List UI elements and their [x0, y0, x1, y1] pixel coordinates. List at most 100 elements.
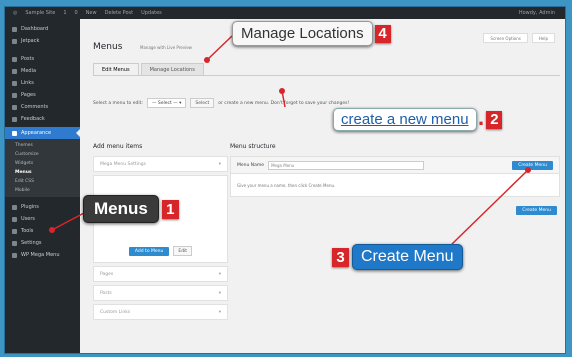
wp-logo-icon[interactable]: ◎	[13, 10, 17, 16]
menu-select[interactable]: — Select — ▾	[146, 98, 187, 108]
admin-bar: ◎ Sample Site 1 0 New Delete Post Update…	[5, 7, 565, 19]
sidebar-item-label: Dashboard	[21, 26, 49, 32]
sidebar-item-comments[interactable]: Comments	[5, 101, 80, 113]
callout-menus: Menus 1	[83, 195, 179, 223]
create-menu-button-top[interactable]: Create Menu	[512, 160, 553, 170]
sidebar-item-posts[interactable]: Posts	[5, 53, 80, 65]
wp-admin-window: ◎ Sample Site 1 0 New Delete Post Update…	[5, 7, 565, 353]
help-tabs: Screen Options Help	[483, 33, 555, 43]
create-menu-button-bottom[interactable]: Create Menu	[516, 206, 557, 215]
live-preview-link[interactable]: Manage with Live Preview	[140, 45, 192, 50]
menu-structure-heading: Menu structure	[230, 143, 276, 150]
media-icon	[12, 68, 17, 74]
sidebar-item-feedback[interactable]: Feedback	[5, 113, 80, 125]
callout-period: .	[477, 108, 485, 130]
updates-link[interactable]: Updates	[141, 10, 162, 16]
sidebar-item-appearance[interactable]: Appearance	[5, 127, 80, 139]
submenu-menus[interactable]: Menus	[5, 168, 80, 177]
submenu-widgets[interactable]: Widgets	[5, 159, 80, 168]
callout-label: create a new menu	[333, 108, 477, 131]
submenu-edit-css[interactable]: Edit CSS	[5, 177, 80, 186]
callout-manage-locations: Manage Locations 4	[232, 21, 391, 46]
accordion-pages[interactable]: Pages ▾	[93, 266, 228, 282]
menu-select-value: — Select —	[151, 100, 178, 106]
create-menu-hint: or create a new menu. Don't forget to sa…	[218, 100, 350, 106]
wrench-icon	[12, 228, 17, 234]
submenu-themes[interactable]: Themes	[5, 141, 80, 150]
sidebar-item-dashboard[interactable]: Dashboard	[5, 23, 80, 35]
sidebar-item-jetpack[interactable]: Jetpack	[5, 35, 80, 47]
sidebar-item-label: Plugins	[21, 204, 39, 210]
dashboard-icon	[12, 26, 17, 32]
chevron-down-icon: ▾	[218, 309, 221, 315]
sidebar-item-label: Pages	[21, 92, 36, 98]
sidebar-item-label: Jetpack	[21, 38, 40, 44]
sidebar-item-label: Settings	[21, 240, 42, 246]
edit-button[interactable]: Edit	[173, 246, 193, 256]
jetpack-icon	[12, 38, 17, 44]
select-button[interactable]: Select	[190, 98, 215, 108]
submenu-mobile[interactable]: Mobile	[5, 186, 80, 195]
callout-create-menu: 3 Create Menu	[332, 244, 463, 270]
accordion-label: Pages	[100, 271, 114, 277]
sidebar-item-label: WP Mega Menu	[21, 252, 60, 258]
callout-label: Manage Locations	[232, 21, 373, 46]
menu-name-label: Menu Name	[237, 162, 265, 168]
sidebar-item-tools[interactable]: Tools	[5, 225, 80, 237]
page-title: Menus	[93, 42, 123, 52]
chevron-down-icon: ▾	[218, 290, 221, 296]
user-icon	[12, 216, 17, 222]
select-menu-label: Select a menu to edit:	[93, 100, 143, 106]
sidebar-item-media[interactable]: Media	[5, 65, 80, 77]
brush-icon	[12, 130, 17, 136]
comments-count[interactable]: 0	[75, 10, 78, 16]
sidebar-item-label: Comments	[21, 104, 49, 110]
user-greeting[interactable]: Howdy, Admin	[519, 10, 555, 16]
sidebar-item-label: Feedback	[21, 116, 45, 122]
callout-number-2: 2	[486, 110, 503, 129]
link-icon	[12, 80, 17, 86]
add-to-menu-button[interactable]: Add to Menu	[128, 247, 170, 256]
sidebar-item-label: Media	[21, 68, 37, 74]
accordion-mega-menu-settings[interactable]: Mega Menu Settings ▾	[93, 156, 228, 172]
callout-number-4: 4	[374, 24, 391, 43]
accordion-label: Posts	[100, 290, 112, 296]
sidebar-item-label: Tools	[21, 228, 34, 234]
appearance-submenu: Themes Customize Widgets Menus Edit CSS …	[5, 139, 80, 197]
updates-count[interactable]: 1	[63, 10, 66, 16]
chevron-down-icon: ▾	[218, 161, 221, 167]
sidebar-item-pages[interactable]: Pages	[5, 89, 80, 101]
callout-label: Create Menu	[352, 244, 463, 270]
select-menu-row: Select a menu to edit: — Select — ▾ Sele…	[93, 98, 349, 108]
menu-name-input[interactable]: Mega Menu	[268, 160, 425, 170]
sidebar-item-label: Posts	[21, 56, 35, 62]
delete-post-link[interactable]: Delete Post	[105, 10, 133, 16]
submenu-customize[interactable]: Customize	[5, 150, 80, 159]
sidebar-item-links[interactable]: Links	[5, 77, 80, 89]
admin-sidebar: Dashboard Jetpack Posts Media Links Page…	[5, 19, 80, 353]
add-items-heading: Add menu items	[93, 143, 143, 150]
callout-create-link: create a new menu . 2	[333, 108, 503, 131]
sidebar-item-users[interactable]: Users	[5, 213, 80, 225]
menu-body-text: Give your menu a name, then click Create…	[230, 174, 560, 197]
help-tab[interactable]: Help	[531, 33, 555, 43]
accordion-posts[interactable]: Posts ▾	[93, 285, 228, 301]
accordion-custom-links[interactable]: Custom Links ▾	[93, 304, 228, 320]
main-content: Screen Options Help Menus Manage with Li…	[80, 19, 565, 353]
feedback-icon	[12, 116, 17, 122]
sidebar-item-settings[interactable]: Settings	[5, 237, 80, 249]
screenshot-frame: ◎ Sample Site 1 0 New Delete Post Update…	[0, 0, 572, 357]
sidebar-item-wp-mega-menu[interactable]: WP Mega Menu	[5, 249, 80, 261]
callout-number-3: 3	[332, 247, 349, 267]
site-name[interactable]: Sample Site	[25, 10, 55, 16]
comment-icon	[12, 104, 17, 110]
sidebar-item-plugins[interactable]: Plugins	[5, 201, 80, 213]
pin-icon	[12, 56, 17, 62]
add-items-column: Mega Menu Settings ▾ Add to Menu Edit Pag…	[93, 156, 228, 353]
page-icon	[12, 92, 17, 98]
screen-options-tab[interactable]: Screen Options	[483, 33, 528, 43]
new-link[interactable]: New	[86, 10, 97, 16]
callout-label: Menus	[83, 195, 159, 223]
plugin-icon	[12, 204, 17, 210]
sidebar-item-label: Appearance	[21, 130, 52, 136]
